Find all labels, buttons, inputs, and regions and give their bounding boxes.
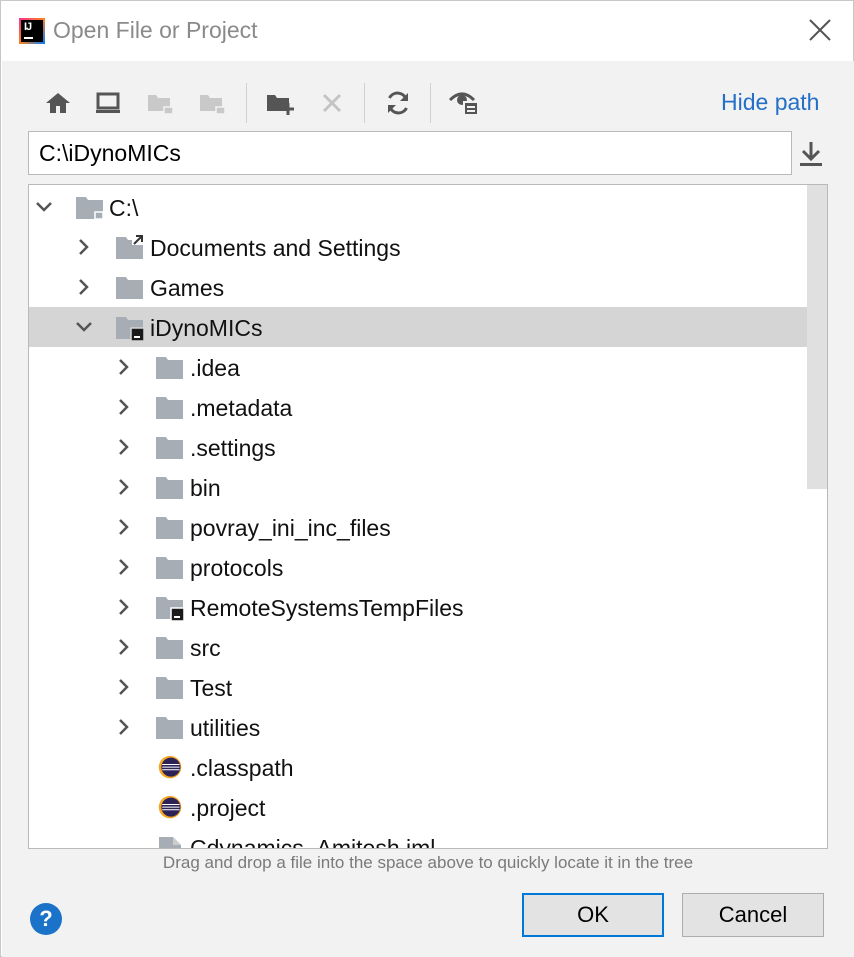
chevron-right-icon[interactable] (115, 358, 133, 376)
tree-row-label: utilities (190, 715, 261, 741)
path-field[interactable] (28, 131, 792, 175)
tree-row-label: Cdynamics_Amitesh.iml (190, 835, 436, 849)
tree-row-label: .idea (190, 355, 240, 381)
tree-row-settings[interactable]: .settings (29, 427, 827, 467)
ok-button[interactable]: OK (522, 893, 664, 937)
drag-drop-hint: Drag and drop a file into the space abov… (162, 853, 694, 872)
refresh-icon[interactable] (382, 87, 414, 119)
folder-icon (156, 677, 183, 699)
folder-icon (156, 517, 183, 539)
folder-icon (156, 717, 183, 739)
close-icon[interactable] (807, 17, 833, 43)
folder-icon (156, 477, 183, 499)
tree-row-utilities[interactable]: utilities (29, 707, 827, 747)
project-folder-icon (156, 597, 185, 621)
download-icon[interactable] (797, 139, 825, 169)
show-hidden-icon[interactable] (448, 87, 480, 119)
open-file-dialog: IJ Open File or Project Hide path C:\iDy… (0, 0, 854, 957)
tree-row-idea[interactable]: .idea (29, 347, 827, 387)
tree-row-label: bin (190, 475, 221, 501)
help-button[interactable]: ? (30, 903, 62, 935)
chevron-right-icon[interactable] (115, 678, 133, 696)
tree-row-classpath[interactable]: .classpath (29, 747, 827, 787)
chevron-right-icon[interactable] (115, 518, 133, 536)
chevron-right-icon[interactable] (115, 398, 133, 416)
hide-path-link[interactable]: Hide path (721, 89, 819, 116)
toolbar-separator (430, 83, 431, 123)
tree-row-label: protocols (190, 555, 284, 581)
file-tree[interactable]: C:\ Documents and Settings Games iDynoMI… (28, 184, 828, 849)
tree-row-test[interactable]: Test (29, 667, 827, 707)
iml-file-icon (159, 837, 181, 848)
tree-row-label: C:\ (109, 195, 139, 221)
tree-row-bin[interactable]: bin (29, 467, 827, 507)
toolbar-separator (364, 83, 365, 123)
intellij-logo-icon: IJ (19, 18, 45, 44)
tree-row-label: .metadata (190, 395, 293, 421)
module-folder-icon[interactable] (196, 87, 228, 119)
tree-row-idynomics[interactable]: iDynoMICs (29, 307, 827, 347)
delete-icon[interactable] (316, 87, 348, 119)
tree-row-protocols[interactable]: protocols (29, 547, 827, 587)
toolbar-separator (246, 83, 247, 123)
tree-row-games[interactable]: Games (29, 267, 827, 307)
tree-row-iml-file[interactable]: Cdynamics_Amitesh.iml (29, 827, 827, 849)
folder-icon (116, 277, 143, 299)
desktop-icon[interactable] (92, 87, 124, 119)
toolbar (38, 79, 498, 125)
folder-icon (156, 437, 183, 459)
tree-row-src[interactable]: src (29, 627, 827, 667)
eclipse-file-icon (158, 795, 182, 819)
tree-row-label: Documents and Settings (150, 235, 401, 261)
folder-icon (156, 557, 183, 579)
chevron-right-icon[interactable] (115, 478, 133, 496)
tree-row-documents-and-settings[interactable]: Documents and Settings (29, 227, 827, 267)
tree-row-label: Games (150, 275, 225, 301)
chevron-down-icon[interactable] (75, 318, 93, 336)
tree-row-label: Test (190, 675, 233, 701)
tree-row-remote-systems-temp-files[interactable]: RemoteSystemsTempFiles (29, 587, 827, 627)
tree-row-project[interactable]: .project (29, 787, 827, 827)
home-icon[interactable] (42, 87, 74, 119)
folder-icon (156, 397, 183, 419)
new-folder-icon[interactable] (264, 87, 296, 119)
tree-row-label: povray_ini_inc_files (190, 515, 391, 541)
tree-row-c-drive[interactable]: C:\ (29, 187, 827, 227)
tree-row-label: src (190, 635, 221, 661)
tree-row-povray-ini-inc-files[interactable]: povray_ini_inc_files (29, 507, 827, 547)
project-folder-icon[interactable] (144, 87, 176, 119)
dialog-body: Hide path C:\ Documents and Settings (2, 61, 854, 957)
drive-folder-icon (76, 197, 104, 220)
chevron-right-icon[interactable] (115, 718, 133, 736)
tree-row-label: RemoteSystemsTempFiles (190, 595, 464, 621)
cancel-button[interactable]: Cancel (682, 893, 824, 937)
chevron-right-icon[interactable] (115, 558, 133, 576)
eclipse-file-icon (158, 755, 182, 779)
tree-row-label: .settings (190, 435, 276, 461)
tree-row-label: .project (190, 795, 266, 821)
project-folder-icon (116, 317, 145, 341)
chevron-right-icon[interactable] (115, 598, 133, 616)
scrollbar-thumb[interactable] (807, 185, 827, 489)
chevron-down-icon[interactable] (35, 198, 53, 216)
symlink-folder-icon (116, 235, 144, 259)
chevron-right-icon[interactable] (115, 638, 133, 656)
chevron-right-icon[interactable] (115, 438, 133, 456)
chevron-right-icon[interactable] (75, 238, 93, 256)
dialog-title: Open File or Project (53, 17, 258, 43)
tree-scrollbar[interactable] (805, 185, 827, 848)
chevron-right-icon[interactable] (75, 278, 93, 296)
tree-row-label: .classpath (190, 755, 294, 781)
tree-row-metadata[interactable]: .metadata (29, 387, 827, 427)
folder-icon (156, 357, 183, 379)
tree-row-label: iDynoMICs (150, 315, 263, 341)
folder-icon (156, 637, 183, 659)
title-bar: IJ Open File or Project (1, 1, 853, 61)
